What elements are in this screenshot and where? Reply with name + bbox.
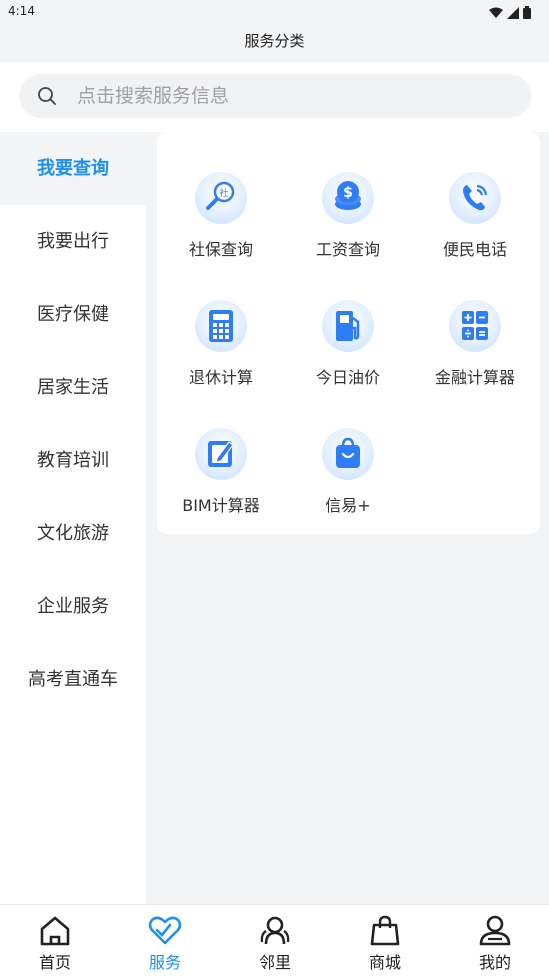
tab-label: 商城 xyxy=(368,953,401,972)
service-label: 退休计算 xyxy=(188,368,253,387)
service-social-security[interactable]: 社 社保查询 xyxy=(157,172,285,282)
tab-profile[interactable]: 我的 xyxy=(440,905,549,976)
service-retirement-calc[interactable]: 退休计算 xyxy=(157,300,285,410)
gas-pump-icon xyxy=(322,300,374,352)
shop-bag-icon xyxy=(370,915,400,946)
sidebar-item-enterprise[interactable]: 企业服务 xyxy=(0,570,146,643)
sidebar-item-healthcare[interactable]: 医疗保健 xyxy=(0,278,146,351)
service-heart-icon xyxy=(148,916,182,945)
svg-text:$: $ xyxy=(343,185,353,201)
sidebar-item-gaokao[interactable]: 高考直通车 xyxy=(0,643,146,716)
salary-coin-icon: $ xyxy=(322,172,374,224)
battery-icon xyxy=(523,4,531,23)
home-icon xyxy=(40,916,70,946)
tab-label: 我的 xyxy=(478,953,511,972)
sidebar-item-education[interactable]: 教育培训 xyxy=(0,424,146,497)
service-salary[interactable]: $ 工资查询 xyxy=(284,172,412,282)
service-xinyi-plus[interactable]: 信易+ xyxy=(284,428,412,538)
service-hotline[interactable]: 便民电话 xyxy=(411,172,539,282)
category-sidebar: 我要查询 我要出行 医疗保健 居家生活 教育培训 文化旅游 企业服务 高考直通车 xyxy=(0,132,146,904)
service-label: BIM计算器 xyxy=(182,496,260,515)
service-label: 社保查询 xyxy=(188,240,253,259)
tab-mall[interactable]: 商城 xyxy=(330,905,440,976)
sidebar-item-home-life[interactable]: 居家生活 xyxy=(0,351,146,424)
tab-label: 首页 xyxy=(38,953,71,972)
calculator-icon xyxy=(195,300,247,352)
service-label: 今日油价 xyxy=(315,368,380,387)
tab-services[interactable]: 服务 xyxy=(110,905,220,976)
search-icon xyxy=(38,87,56,105)
sidebar-item-culture-travel[interactable]: 文化旅游 xyxy=(0,497,146,570)
page-title: 服务分类 xyxy=(244,32,305,50)
sidebar-item-travel[interactable]: 我要出行 xyxy=(0,205,146,278)
tab-neighbors[interactable]: 邻里 xyxy=(220,905,330,976)
social-security-search-icon: 社 xyxy=(195,172,247,224)
service-label: 便民电话 xyxy=(442,240,507,259)
tab-home[interactable]: 首页 xyxy=(0,905,110,976)
status-time: 4:14 xyxy=(8,4,35,18)
service-finance-calc[interactable]: 金融计算器 xyxy=(411,300,539,410)
search-section xyxy=(0,62,549,132)
tab-label: 服务 xyxy=(148,953,181,972)
service-oil-price[interactable]: 今日油价 xyxy=(284,300,412,410)
edit-note-icon xyxy=(195,428,247,480)
tab-label: 邻里 xyxy=(258,953,291,972)
finance-calculator-icon xyxy=(449,300,501,352)
search-bar[interactable] xyxy=(19,74,531,118)
sidebar-item-query[interactable]: 我要查询 xyxy=(0,132,146,205)
service-label: 工资查询 xyxy=(315,240,380,259)
neighbors-icon xyxy=(260,916,290,945)
svg-text:社: 社 xyxy=(219,187,228,199)
service-bim-calc[interactable]: BIM计算器 xyxy=(157,428,285,538)
service-label: 信易+ xyxy=(325,496,371,515)
service-label: 金融计算器 xyxy=(434,368,515,387)
phone-icon xyxy=(449,172,501,224)
shopping-bag-icon xyxy=(322,428,374,480)
profile-icon xyxy=(479,915,511,946)
signal-icon xyxy=(507,4,519,23)
wifi-icon xyxy=(489,4,503,23)
search-input[interactable] xyxy=(77,74,497,118)
bottom-tab-bar: 首页 服务 邻里 商城 我的 xyxy=(0,904,549,976)
title-bar: 服务分类 xyxy=(0,24,549,62)
service-grid: 社 社保查询 $ 工资查询 便民电话 退休计算 今日油价 金融计算器 BIM计算… xyxy=(157,132,540,534)
status-icons xyxy=(489,4,531,23)
status-bar: 4:14 xyxy=(0,0,549,24)
